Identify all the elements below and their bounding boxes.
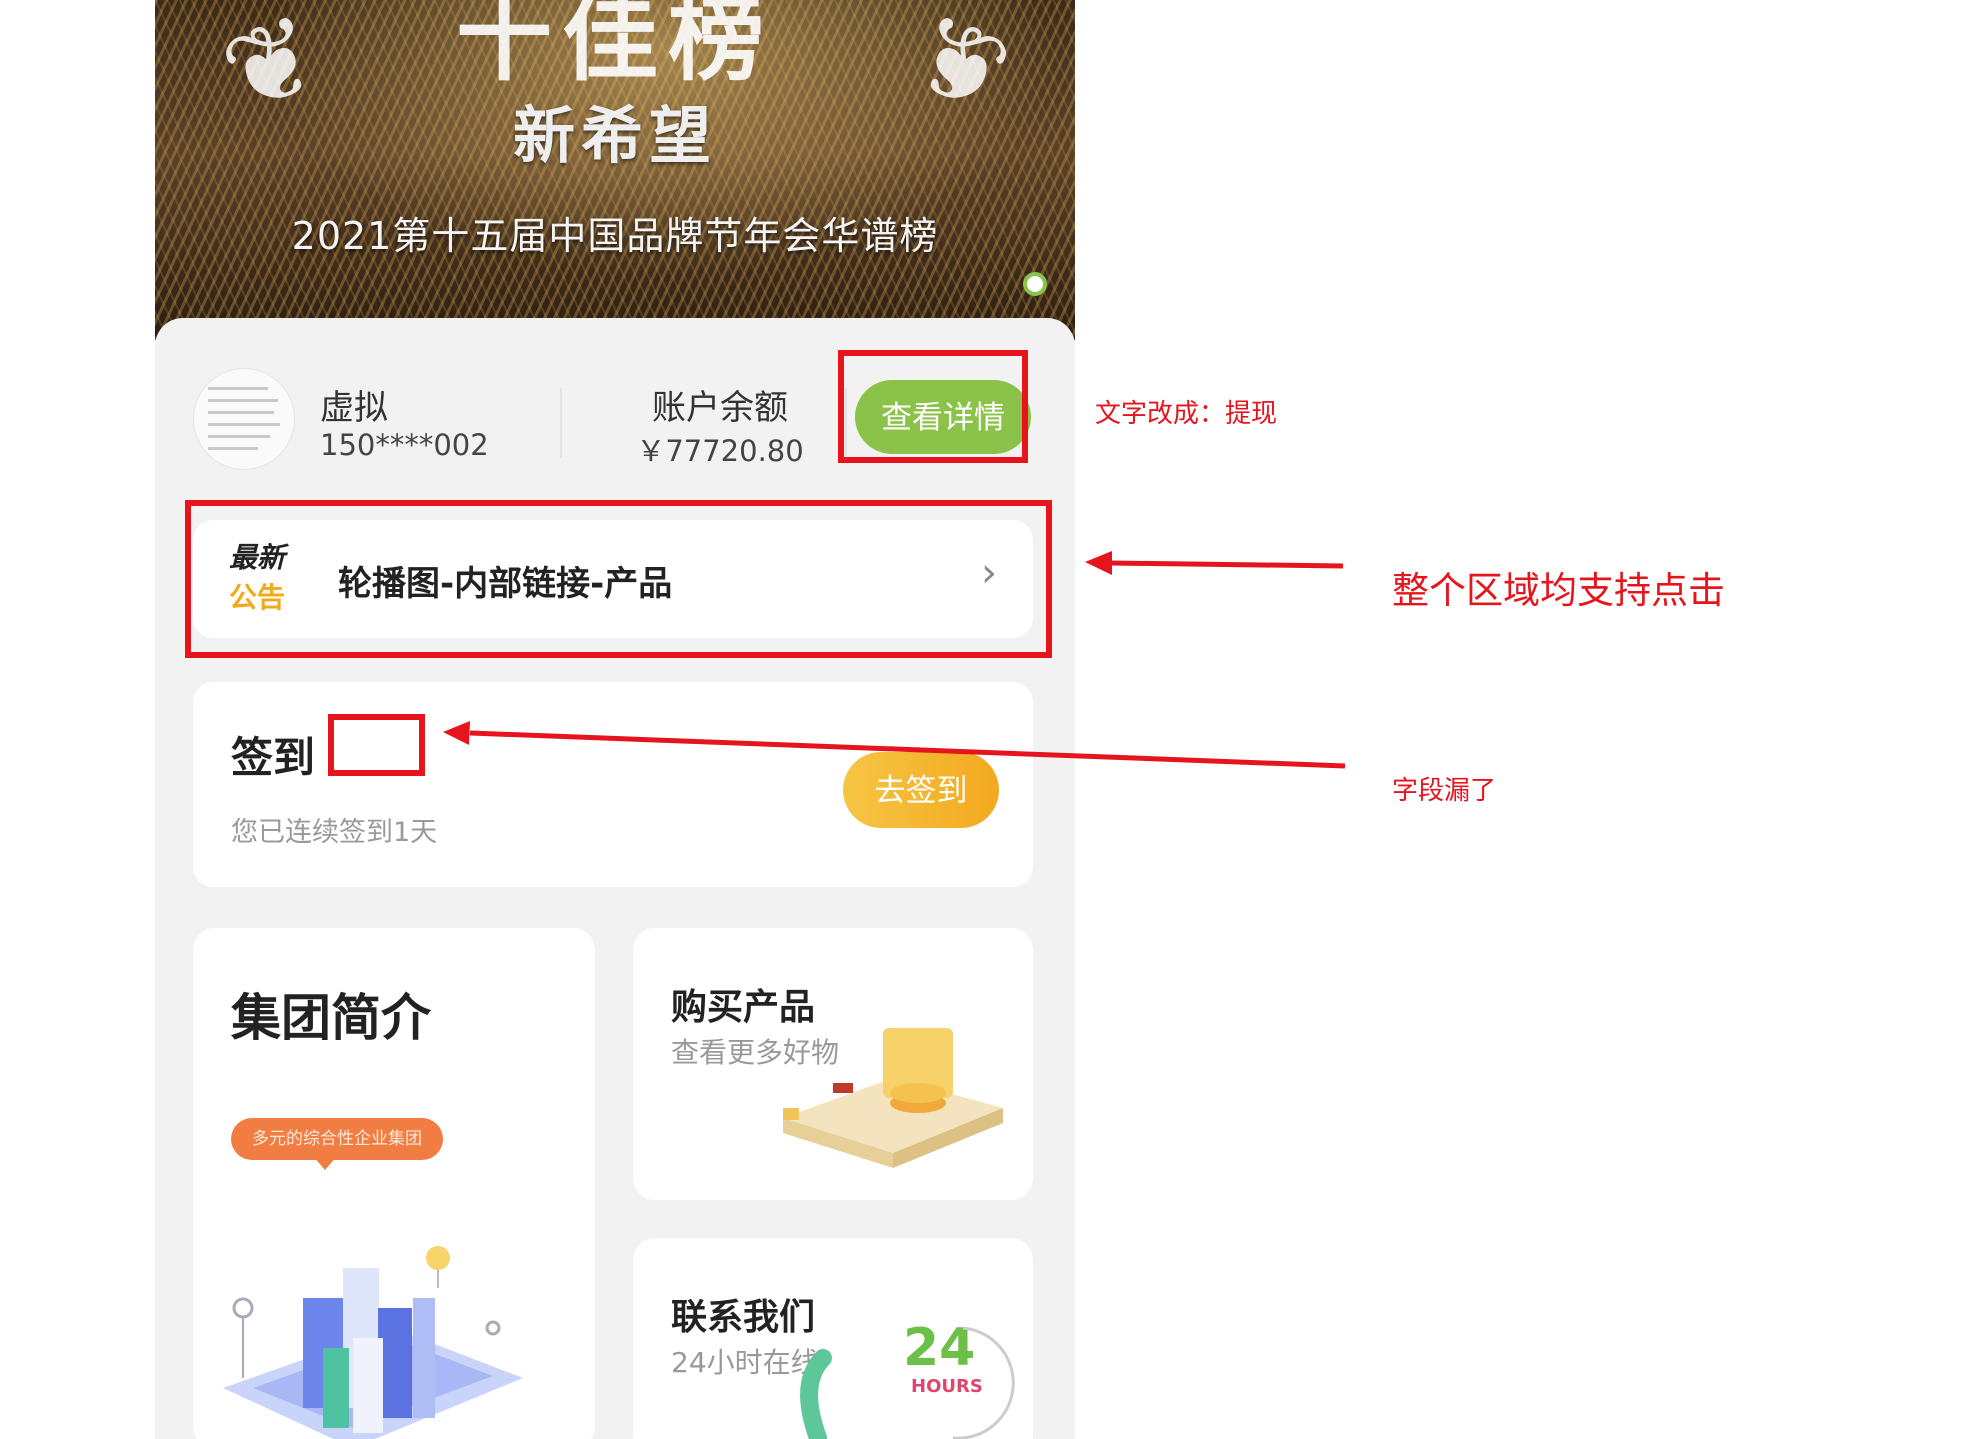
- checkin-button[interactable]: 去签到: [843, 752, 999, 828]
- bubble-tail: [313, 1156, 337, 1170]
- banner-subtitle: 2021第十五届中国品牌节年会华谱榜: [291, 214, 939, 258]
- annotation-box-checkin: [328, 714, 425, 776]
- annotation-note-checkin: 字段漏了: [1392, 776, 1497, 806]
- checkin-title: 签到: [231, 733, 316, 782]
- arrow-head-notice: [1085, 551, 1112, 575]
- annotation-box-notice: [185, 500, 1052, 658]
- phone-handset-icon: [800, 1326, 1015, 1439]
- product-illustration: [783, 1028, 1003, 1168]
- banner-carousel[interactable]: ❦ ❦ 十佳榜 新希望 2021第十五届中国品牌节年会华谱榜: [155, 0, 1075, 340]
- contact-us-card[interactable]: 联系我们 24小时在线 24 HOURS: [633, 1238, 1033, 1439]
- account-name: 虚拟: [320, 388, 388, 428]
- checkin-streak: 您已连续签到1天: [231, 817, 438, 848]
- annotation-note-notice: 整个区域均支持点击: [1392, 569, 1725, 612]
- annotation-note-button: 文字改成：提现: [1095, 399, 1278, 429]
- annotation-box-button: [838, 350, 1028, 463]
- intro-bubble: 多元的综合性企业集团: [231, 1118, 443, 1160]
- balance-label: 账户余额: [652, 388, 788, 428]
- intro-title: 集团简介: [231, 989, 431, 1047]
- group-intro-card[interactable]: 集团简介 多元的综合性企业集团: [193, 928, 595, 1439]
- carousel-indicator-dot[interactable]: [1023, 272, 1047, 296]
- phone-screen: ❦ ❦ 十佳榜 新希望 2021第十五届中国品牌节年会华谱榜 虚拟 150***…: [155, 0, 1075, 1439]
- buy-product-card[interactable]: 购买产品 查看更多好物: [633, 928, 1033, 1200]
- city-illustration: [223, 1246, 523, 1439]
- checkin-card: 签到 您已连续签到1天 去签到: [193, 682, 1033, 887]
- balance-value: ￥77720.80: [636, 434, 804, 468]
- account-phone: 150****002: [320, 428, 489, 462]
- divider: [560, 388, 562, 458]
- arrow-to-notice: [1109, 560, 1344, 569]
- avatar[interactable]: [193, 368, 295, 470]
- banner-title: 新希望: [512, 99, 717, 172]
